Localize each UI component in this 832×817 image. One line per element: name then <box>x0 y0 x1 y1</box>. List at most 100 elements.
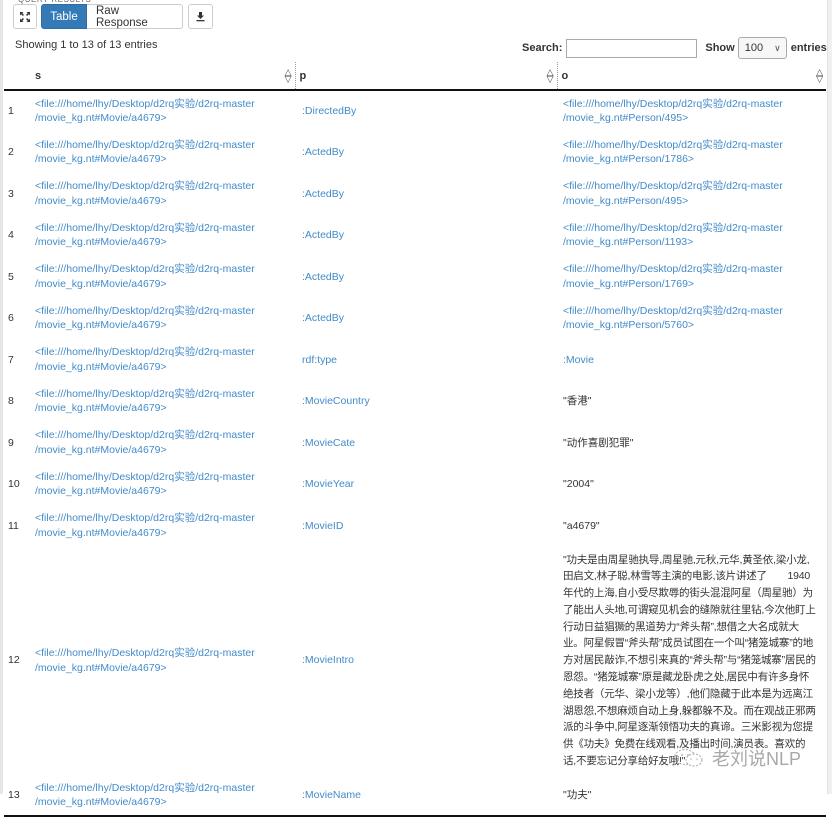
row-index: 3 <box>8 187 14 200</box>
table-info: Showing 1 to 13 of 13 entries <box>15 39 158 51</box>
cell-p: :MovieCountry <box>295 381 557 423</box>
entries-label: entries <box>790 42 827 54</box>
object-link[interactable]: <file:///home/lhy/Desktop/d2rq实验/d2rq-ma… <box>563 139 783 166</box>
table-row: 3 <file:///home/lhy/Desktop/d2rq实验/d2rq-m… <box>4 173 826 215</box>
object-link[interactable]: <file:///home/lhy/Desktop/d2rq实验/d2rq-ma… <box>563 222 783 249</box>
table-row: 11 <file:///home/lhy/Desktop/d2rq实验/d2rq-… <box>4 505 826 547</box>
subject-link[interactable]: <file:///home/lhy/Desktop/d2rq实验/d2rq-ma… <box>35 429 255 456</box>
download-button[interactable] <box>188 4 213 29</box>
table-row: 7 <file:///home/lhy/Desktop/d2rq实验/d2rq-m… <box>4 339 826 381</box>
table-row: 9 <file:///home/lhy/Desktop/d2rq实验/d2rq-m… <box>4 422 826 464</box>
cell-p: :MovieYear <box>295 464 557 506</box>
column-label: o <box>561 69 569 82</box>
cell-p: :ActedBy <box>295 298 557 340</box>
table-controls: Search: Show 100 ∨ entries <box>522 37 827 59</box>
cell-o: <file:///home/lhy/Desktop/d2rq实验/d2rq-ma… <box>557 90 826 132</box>
object-literal: "2004" <box>563 478 594 490</box>
predicate-link[interactable]: :ActedBy <box>302 146 344 158</box>
cell-s: <file:///home/lhy/Desktop/d2rq实验/d2rq-ma… <box>26 132 295 174</box>
cell-s: <file:///home/lhy/Desktop/d2rq实验/d2rq-ma… <box>26 464 295 506</box>
cell-s: <file:///home/lhy/Desktop/d2rq实验/d2rq-ma… <box>26 215 295 257</box>
table-row: 8 <file:///home/lhy/Desktop/d2rq实验/d2rq-m… <box>4 381 826 423</box>
predicate-link[interactable]: :MovieCate <box>302 437 355 449</box>
predicate-link[interactable]: :ActedBy <box>302 271 344 283</box>
column-header-p[interactable]: p △ ▽ <box>294 62 557 91</box>
cell-p: :ActedBy <box>295 173 557 215</box>
object-literal: "动作喜剧犯罪" <box>563 436 634 449</box>
wechat-icon <box>674 748 703 767</box>
scrollbar[interactable] <box>827 0 832 794</box>
cell-p: :MovieName <box>295 774 557 817</box>
subject-link[interactable]: <file:///home/lhy/Desktop/d2rq实验/d2rq-ma… <box>35 305 255 332</box>
column-label: s <box>35 69 42 82</box>
cell-o: "功夫" <box>557 774 826 817</box>
subject-link[interactable]: <file:///home/lhy/Desktop/d2rq实验/d2rq-ma… <box>35 180 255 207</box>
row-index: 5 <box>8 270 14 283</box>
predicate-link[interactable]: :ActedBy <box>302 229 344 241</box>
search-input[interactable] <box>566 38 698 58</box>
row-index: 7 <box>8 353 14 366</box>
cell-s: <file:///home/lhy/Desktop/d2rq实验/d2rq-ma… <box>26 381 295 423</box>
column-header-o[interactable]: o △ ▽ <box>556 62 826 91</box>
subject-link[interactable]: <file:///home/lhy/Desktop/d2rq实验/d2rq-ma… <box>35 782 255 809</box>
cell-s: <file:///home/lhy/Desktop/d2rq实验/d2rq-ma… <box>26 422 295 464</box>
object-link[interactable]: <file:///home/lhy/Desktop/d2rq实验/d2rq-ma… <box>563 263 783 290</box>
subject-link[interactable]: <file:///home/lhy/Desktop/d2rq实验/d2rq-ma… <box>35 222 255 249</box>
subject-link[interactable]: <file:///home/lhy/Desktop/d2rq实验/d2rq-ma… <box>35 512 255 539</box>
cell-p: :DirectedBy <box>295 90 557 132</box>
row-index: 11 <box>8 519 19 532</box>
predicate-link[interactable]: :MovieName <box>302 789 361 801</box>
predicate-link[interactable]: :MovieID <box>302 520 343 532</box>
subject-link[interactable]: <file:///home/lhy/Desktop/d2rq实验/d2rq-ma… <box>35 263 255 290</box>
cell-s: <file:///home/lhy/Desktop/d2rq实验/d2rq-ma… <box>26 256 295 298</box>
object-link[interactable]: <file:///home/lhy/Desktop/d2rq实验/d2rq-ma… <box>563 98 783 125</box>
table-row: 6 <file:///home/lhy/Desktop/d2rq实验/d2rq-m… <box>4 298 826 340</box>
table-header-row: s △ ▽ p △ ▽ o △ ▽ <box>4 62 826 91</box>
sort-icon[interactable]: △ ▽ <box>816 68 823 84</box>
row-index: 12 <box>8 654 20 667</box>
column-header-s[interactable]: s △ ▽ <box>26 62 295 91</box>
object-link[interactable]: :Movie <box>563 354 594 366</box>
predicate-link[interactable]: :ActedBy <box>302 312 344 324</box>
expand-icon <box>20 11 30 22</box>
entries-select[interactable]: 100 ∨ <box>737 37 787 59</box>
cell-o: <file:///home/lhy/Desktop/d2rq实验/d2rq-ma… <box>557 132 826 174</box>
cell-p: :ActedBy <box>295 256 557 298</box>
subject-link[interactable]: <file:///home/lhy/Desktop/d2rq实验/d2rq-ma… <box>35 647 255 674</box>
table-row: 5 <file:///home/lhy/Desktop/d2rq实验/d2rq-m… <box>4 256 826 298</box>
cell-o: <file:///home/lhy/Desktop/d2rq实验/d2rq-ma… <box>557 256 826 298</box>
cell-s: <file:///home/lhy/Desktop/d2rq实验/d2rq-ma… <box>26 774 295 817</box>
subject-link[interactable]: <file:///home/lhy/Desktop/d2rq实验/d2rq-ma… <box>35 139 255 166</box>
sort-icon[interactable]: △ ▽ <box>285 68 292 84</box>
cell-o: "功夫是由周星驰执导,周星驰,元秋,元华,黄圣依,梁小龙,田启文,林子聪,林雪等… <box>557 547 826 775</box>
subject-link[interactable]: <file:///home/lhy/Desktop/d2rq实验/d2rq-ma… <box>35 98 255 125</box>
sort-icon[interactable]: △ ▽ <box>547 68 554 84</box>
predicate-link[interactable]: :MovieCountry <box>302 395 370 407</box>
cell-s: <file:///home/lhy/Desktop/d2rq实验/d2rq-ma… <box>26 505 295 547</box>
tab-raw-response[interactable]: Raw Response <box>87 4 183 29</box>
predicate-link[interactable]: :MovieYear <box>302 478 354 490</box>
expand-button[interactable] <box>13 4 37 29</box>
object-link[interactable]: <file:///home/lhy/Desktop/d2rq实验/d2rq-ma… <box>563 180 783 207</box>
cell-o: <file:///home/lhy/Desktop/d2rq实验/d2rq-ma… <box>557 215 826 257</box>
subject-link[interactable]: <file:///home/lhy/Desktop/d2rq实验/d2rq-ma… <box>35 471 255 498</box>
predicate-link[interactable]: :DirectedBy <box>302 105 356 117</box>
column-label: p <box>299 69 307 82</box>
chevron-down-icon: ∨ <box>774 42 781 53</box>
cell-s: <file:///home/lhy/Desktop/d2rq实验/d2rq-ma… <box>26 298 295 340</box>
table-row: 1 <file:///home/lhy/Desktop/d2rq实验/d2rq-m… <box>4 90 826 132</box>
predicate-link[interactable]: :MovieIntro <box>302 654 354 666</box>
table-row: 13 <file:///home/lhy/Desktop/d2rq实验/d2rq-… <box>4 774 826 817</box>
predicate-link[interactable]: rdf:type <box>302 354 337 366</box>
object-link[interactable]: <file:///home/lhy/Desktop/d2rq实验/d2rq-ma… <box>563 305 783 332</box>
cell-o: "动作喜剧犯罪" <box>557 422 826 464</box>
cell-s: <file:///home/lhy/Desktop/d2rq实验/d2rq-ma… <box>26 90 295 132</box>
subject-link[interactable]: <file:///home/lhy/Desktop/d2rq实验/d2rq-ma… <box>35 346 255 373</box>
search-label: Search: <box>522 42 563 54</box>
subject-link[interactable]: <file:///home/lhy/Desktop/d2rq实验/d2rq-ma… <box>35 388 255 415</box>
predicate-link[interactable]: :ActedBy <box>302 188 344 200</box>
cell-s: <file:///home/lhy/Desktop/d2rq实验/d2rq-ma… <box>26 339 295 381</box>
object-literal: "a4679" <box>563 519 600 532</box>
tab-table[interactable]: Table <box>41 4 87 29</box>
cell-p: rdf:type <box>295 339 557 381</box>
